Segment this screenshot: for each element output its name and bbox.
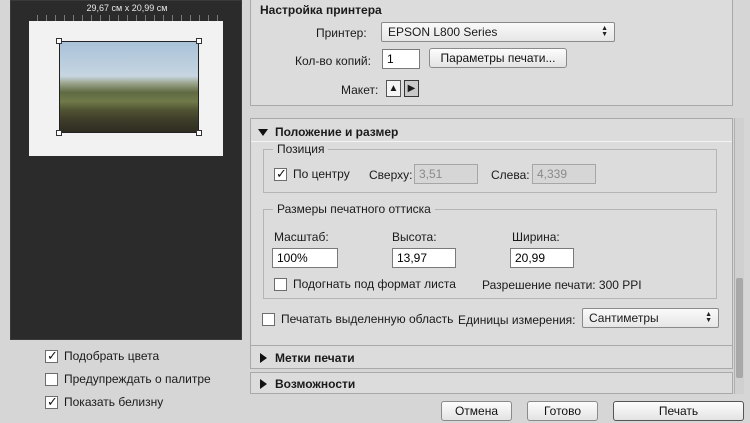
printer-select[interactable]: EPSON L800 Series ▲ ▼	[381, 22, 615, 42]
left-label: Слева:	[491, 168, 530, 182]
landscape-layout-icon[interactable]: ▶	[404, 80, 419, 97]
center-label: По центру	[293, 167, 350, 181]
paper-sheet	[29, 21, 223, 156]
units-select[interactable]: Сантиметры ▲ ▼	[582, 308, 719, 328]
expand-arrow-icon[interactable]	[260, 379, 267, 389]
top-input[interactable]	[414, 164, 478, 184]
printer-select-value: EPSON L800 Series	[388, 25, 498, 39]
print-settings-button[interactable]: Параметры печати...	[429, 48, 567, 68]
show-paper-white-label: Показать белизну	[64, 395, 164, 409]
match-colors-label: Подобрать цвета	[64, 349, 160, 363]
gamut-warning-checkbox[interactable]	[45, 372, 58, 386]
gamut-warning-option[interactable]: Предупреждать о палитре	[45, 372, 211, 386]
print-button[interactable]: Печать	[613, 401, 744, 421]
expand-arrow-icon[interactable]	[260, 353, 267, 363]
features-title: Возможности	[275, 377, 356, 391]
updown-arrows-icon: ▲ ▼	[705, 311, 712, 324]
fit-to-page-checkbox[interactable]	[274, 277, 287, 291]
center-option[interactable]: По центру	[274, 166, 350, 182]
resize-handle-tl[interactable]	[56, 38, 62, 44]
top-label: Сверху:	[369, 168, 413, 182]
print-resolution-text: Разрешение печати: 300 PPI	[482, 278, 642, 292]
center-checkbox[interactable]	[274, 166, 287, 182]
resize-handle-tr[interactable]	[196, 38, 202, 44]
show-paper-white-option[interactable]: Показать белизну	[45, 394, 164, 410]
width-input[interactable]	[510, 248, 574, 268]
match-colors-checkbox[interactable]	[45, 348, 58, 364]
features-section[interactable]: Возможности	[250, 372, 733, 394]
position-group-title: Позиция	[273, 142, 329, 156]
gamut-warning-label: Предупреждать о палитре	[64, 372, 211, 386]
units-select-value: Сантиметры	[589, 311, 659, 325]
copies-input[interactable]	[382, 49, 420, 69]
height-input[interactable]	[392, 248, 456, 268]
scale-label: Масштаб:	[274, 230, 329, 244]
print-preview-panel: 29,67 см x 20,99 см	[10, 0, 242, 340]
layout-label: Макет:	[341, 83, 379, 97]
paper-size-label: 29,67 см x 20,99 см	[86, 3, 168, 13]
resize-handle-bl[interactable]	[56, 130, 62, 136]
scale-input[interactable]	[272, 248, 338, 268]
print-marks-section[interactable]: Метки печати	[250, 345, 733, 369]
print-selected-area-checkbox[interactable]	[262, 312, 275, 326]
show-paper-white-checkbox[interactable]	[45, 394, 58, 410]
printer-label: Принтер:	[316, 26, 367, 40]
updown-arrows-icon: ▲ ▼	[601, 25, 608, 38]
done-button[interactable]: Готово	[527, 401, 598, 421]
width-label: Ширина:	[512, 230, 560, 244]
printer-setup-title: Настройка принтера	[260, 3, 382, 17]
position-group: По центру Сверху: Слева:	[263, 149, 717, 193]
print-selected-area-option[interactable]: Печатать выделенную область	[262, 312, 453, 326]
position-size-section: Положение и размер По центру Сверху: Сле…	[250, 118, 733, 346]
print-marks-title: Метки печати	[275, 351, 355, 365]
height-label: Высота:	[392, 230, 437, 244]
fit-to-page-option[interactable]: Подогнать под формат листа	[274, 277, 456, 291]
scrollbar-track[interactable]	[734, 118, 744, 394]
resize-handle-br[interactable]	[196, 130, 202, 136]
units-label: Единицы измерения:	[458, 313, 576, 327]
cancel-button[interactable]: Отмена	[441, 401, 512, 421]
portrait-layout-icon[interactable]: ▲	[386, 80, 401, 97]
scrollbar-thumb[interactable]	[736, 278, 743, 378]
fit-to-page-label: Подогнать под формат листа	[293, 277, 456, 291]
position-size-title: Положение и размер	[275, 125, 399, 139]
left-input[interactable]	[532, 164, 596, 184]
image-preview[interactable]	[59, 41, 199, 133]
print-selected-area-label: Печатать выделенную область	[281, 312, 454, 326]
match-colors-option[interactable]: Подобрать цвета	[45, 348, 160, 364]
copies-label: Кол-во копий:	[295, 54, 371, 68]
printer-setup-section: Настройка принтера Принтер: EPSON L800 S…	[250, 0, 733, 106]
print-size-group: Масштаб: Высота: Ширина: Подогнать под ф…	[263, 209, 717, 299]
collapse-arrow-icon[interactable]	[258, 129, 268, 136]
print-size-group-title: Размеры печатного оттиска	[273, 202, 435, 216]
